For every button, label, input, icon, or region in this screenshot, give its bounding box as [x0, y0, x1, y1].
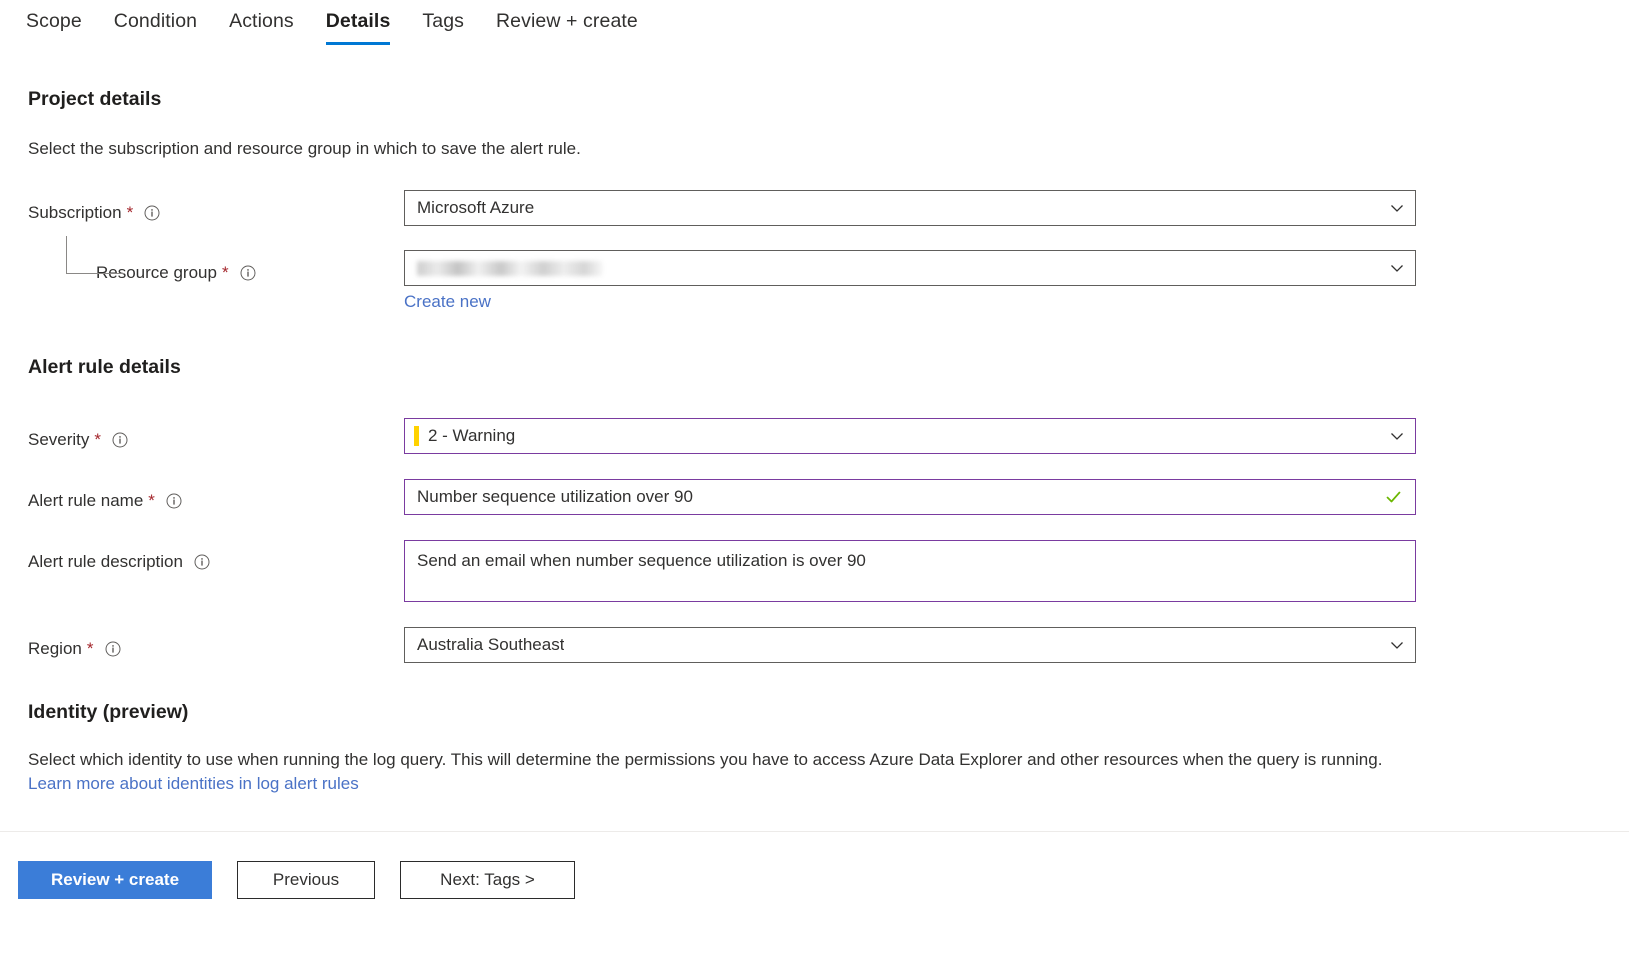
learn-more-identities-link[interactable]: Learn more about identities in log alert…: [28, 774, 359, 793]
tab-scope-label: Scope: [26, 10, 82, 32]
subscription-dropdown[interactable]: Microsoft Azure: [404, 190, 1416, 227]
alert-rule-description-textarea[interactable]: Send an email when number sequence utili…: [404, 539, 1416, 602]
region-dropdown[interactable]: Australia Southeast: [404, 626, 1416, 663]
subscription-required-asterisk: *: [126, 202, 134, 222]
severity-value: 2 - Warning: [428, 425, 516, 445]
alert-rule-name-input[interactable]: Number sequence utilization over 90: [404, 478, 1416, 515]
region-field-col: Australia Southeast: [404, 626, 1416, 663]
region-label-group: Region *: [28, 627, 404, 665]
tab-details[interactable]: Details: [310, 0, 407, 45]
chevron-down-icon: [1390, 201, 1404, 215]
chevron-down-icon: [1390, 429, 1404, 443]
alert-rule-description-label-group: Alert rule description: [28, 540, 404, 578]
checkmark-icon: [1385, 488, 1402, 505]
info-icon[interactable]: [240, 265, 256, 281]
info-icon[interactable]: [105, 641, 121, 657]
tab-scope[interactable]: Scope: [26, 0, 98, 45]
info-icon[interactable]: [112, 432, 128, 448]
subscription-label-group: Subscription *: [28, 190, 404, 228]
alert-rule-name-label-group: Alert rule name *: [28, 479, 404, 517]
severity-required-asterisk: *: [94, 430, 102, 450]
region-value: Australia Southeast: [417, 634, 565, 654]
severity-row: Severity * 2 - Warning: [28, 417, 1601, 456]
review-create-button[interactable]: Review + create: [18, 861, 212, 899]
resource-group-field-col: Create new: [404, 250, 1416, 314]
next-tags-button-label: Next: Tags >: [440, 870, 535, 889]
severity-label-group: Severity *: [28, 418, 404, 456]
subscription-row: Subscription * Microsoft Azure: [28, 190, 1601, 228]
tab-condition[interactable]: Condition: [98, 0, 213, 45]
previous-button-label: Previous: [272, 870, 340, 889]
severity-color-indicator: [414, 425, 419, 446]
alert-rule-name-row: Alert rule name * Number sequence utiliz…: [28, 478, 1601, 517]
identity-heading: Identity (preview): [28, 700, 189, 723]
resource-group-label-group: Resource group *: [28, 250, 404, 288]
alert-rule-name-value: Number sequence utilization over 90: [417, 486, 693, 506]
info-icon[interactable]: [144, 205, 160, 221]
resource-group-required-asterisk: *: [221, 262, 229, 282]
severity-label: Severity: [28, 430, 90, 450]
info-icon[interactable]: [194, 554, 210, 570]
severity-field-col: 2 - Warning: [404, 417, 1416, 454]
create-new-resource-group-link[interactable]: Create new: [404, 292, 491, 311]
tab-tags[interactable]: Tags: [406, 0, 480, 45]
alert-rule-description-label: Alert rule description: [28, 552, 183, 572]
alert-rule-details-heading: Alert rule details: [28, 356, 181, 379]
review-create-button-label: Review + create: [50, 870, 180, 889]
alert-rule-description-value: Send an email when number sequence utili…: [417, 550, 866, 570]
chevron-down-icon: [1390, 261, 1404, 275]
region-row: Region * Australia Southeast: [28, 626, 1601, 665]
subscription-value: Microsoft Azure: [417, 198, 535, 218]
tab-review-create[interactable]: Review + create: [480, 0, 654, 45]
tab-actions-label: Actions: [229, 10, 294, 32]
resource-group-dropdown[interactable]: [404, 250, 1416, 287]
details-form-content: Project details Select the subscription …: [0, 50, 1629, 831]
alert-rule-name-field-col: Number sequence utilization over 90: [404, 478, 1416, 515]
resource-group-row: Resource group * Create new: [28, 236, 1601, 314]
subscription-field-col: Microsoft Azure: [404, 190, 1416, 227]
resource-group-value-redacted: [417, 260, 603, 276]
chevron-down-icon: [1390, 638, 1404, 652]
region-label: Region: [28, 639, 82, 659]
alert-rule-name-label: Alert rule name: [28, 491, 144, 511]
identity-description-text: Select which identity to use when runnin…: [28, 749, 1383, 769]
project-details-heading: Project details: [28, 88, 162, 110]
create-new-wrapper: Create new: [404, 292, 1416, 314]
next-tags-button[interactable]: Next: Tags >: [400, 861, 575, 899]
wizard-tab-strip: Scope Condition Actions Details Tags Rev…: [0, 0, 1629, 50]
severity-dropdown[interactable]: 2 - Warning: [404, 417, 1416, 454]
previous-button[interactable]: Previous: [237, 861, 375, 899]
identity-description: Select which identity to use when runnin…: [28, 748, 1398, 796]
alert-rule-description-row: Alert rule description Send an email whe…: [28, 539, 1601, 602]
region-required-asterisk: *: [86, 639, 94, 659]
resource-group-label: Resource group: [96, 262, 217, 282]
project-details-description: Select the subscription and resource gro…: [28, 139, 581, 159]
subscription-label: Subscription: [28, 202, 122, 222]
info-icon[interactable]: [166, 493, 182, 509]
tab-review-create-label: Review + create: [496, 10, 638, 32]
alert-rule-description-field-col: Send an email when number sequence utili…: [404, 539, 1416, 602]
alert-rule-name-required-asterisk: *: [148, 491, 155, 511]
tab-details-label: Details: [325, 10, 391, 32]
tab-tags-label: Tags: [422, 10, 464, 32]
tab-condition-label: Condition: [113, 10, 198, 32]
wizard-footer: Review + create Previous Next: Tags >: [0, 831, 1629, 956]
tab-actions[interactable]: Actions: [213, 0, 310, 45]
